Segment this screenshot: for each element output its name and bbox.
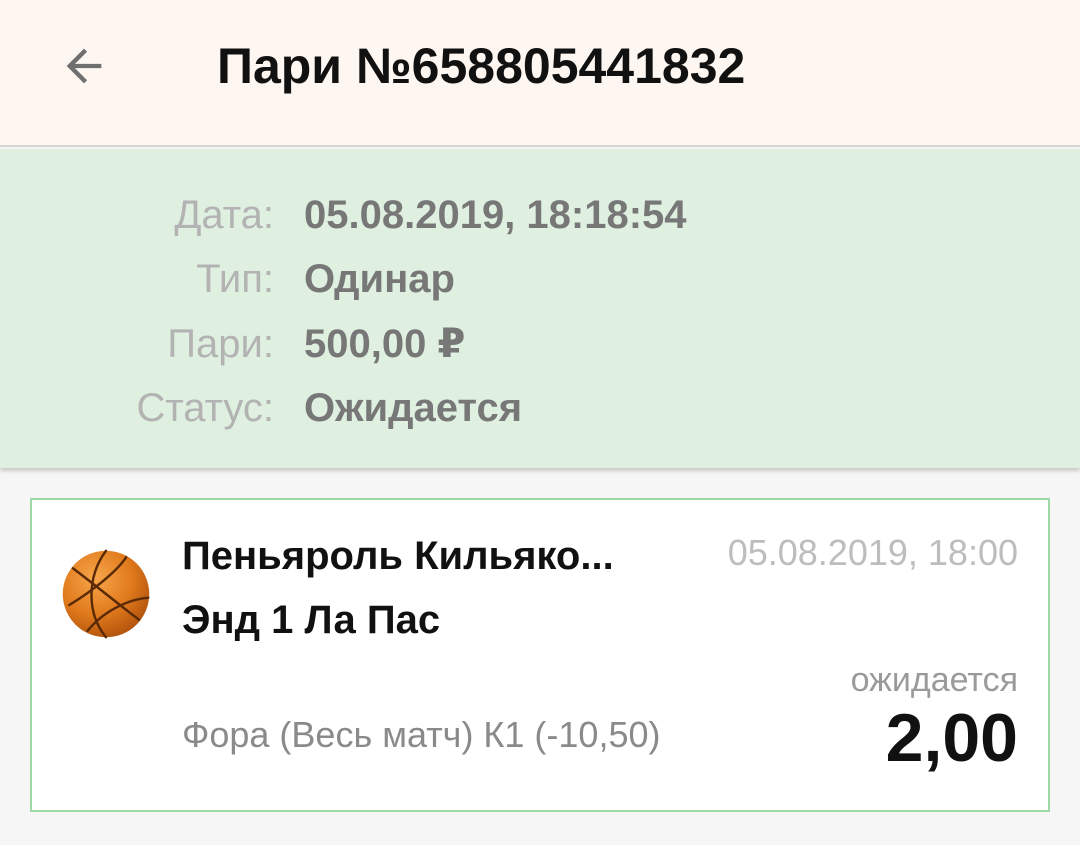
stake-value: 500,00 ₽ xyxy=(304,322,466,366)
event-date: 05.08.2019, 18:00 xyxy=(727,532,1018,573)
basketball-icon xyxy=(62,549,150,639)
bet-market: Фора (Весь матч) К1 (-10,50) xyxy=(182,714,661,755)
back-button[interactable] xyxy=(48,30,120,102)
type-value: Одинар xyxy=(304,257,455,301)
status-label: Статус: xyxy=(136,386,274,430)
odds-value: 2,00 xyxy=(885,700,1018,776)
arrow-left-icon xyxy=(66,48,102,84)
type-label: Тип: xyxy=(196,257,274,301)
status-value: Ожидается xyxy=(304,386,523,430)
summary-row-date: Дата: 05.08.2019, 18:18:54 xyxy=(0,184,1080,246)
summary-row-type: Тип: Одинар xyxy=(0,248,1080,310)
date-value: 05.08.2019, 18:18:54 xyxy=(304,193,687,237)
stake-label: Пари: xyxy=(167,322,274,366)
team-away: Энд 1 Ла Пас xyxy=(182,598,441,642)
outcome-status: ожидается xyxy=(850,661,1018,699)
date-label: Дата: xyxy=(174,193,274,237)
app-header: Пари №658805441832 xyxy=(0,0,1080,147)
summary-row-status: Статус: Ожидается xyxy=(0,377,1080,439)
summary-row-stake: Пари: 500,00 ₽ xyxy=(0,313,1080,375)
page-title: Пари №658805441832 xyxy=(217,38,746,94)
bet-summary-panel: Дата: 05.08.2019, 18:18:54 Тип: Одинар П… xyxy=(0,149,1080,468)
team-home: Пеньяроль Кильяко... xyxy=(182,534,614,578)
event-card[interactable]: Пеньяроль Кильяко... Энд 1 Ла Пас 05.08.… xyxy=(30,498,1050,812)
